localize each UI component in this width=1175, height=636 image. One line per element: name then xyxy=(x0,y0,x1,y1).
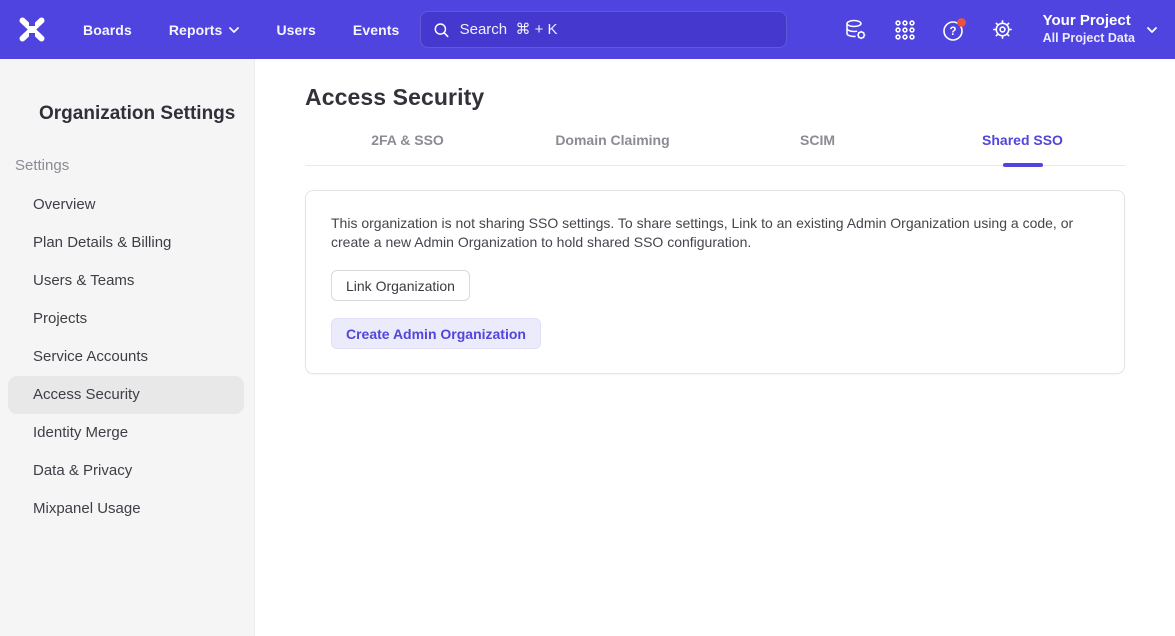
tab-bar: 2FA & SSO Domain Claiming SCIM Shared SS… xyxy=(305,132,1125,166)
nav-item-users[interactable]: Users xyxy=(276,22,315,38)
tab-domain-claiming-label: Domain Claiming xyxy=(555,132,669,148)
org-settings-sidebar: Organization Settings Settings Overview … xyxy=(0,59,255,636)
tab-scim-label: SCIM xyxy=(800,132,835,148)
tab-2fa-sso[interactable]: 2FA & SSO xyxy=(305,132,510,165)
nav-item-events[interactable]: Events xyxy=(353,22,400,38)
settings-gear-icon[interactable] xyxy=(990,17,1016,43)
card-actions: Link Organization Create Admin Organizat… xyxy=(331,270,1099,349)
data-management-icon[interactable] xyxy=(843,17,869,43)
sidebar-nav: Overview Plan Details & Billing Users & … xyxy=(0,186,254,528)
project-scope: All Project Data xyxy=(1043,31,1135,47)
search-bar[interactable] xyxy=(420,11,787,48)
svg-text:?: ? xyxy=(949,26,956,38)
shared-sso-description: This organization is not sharing SSO set… xyxy=(331,214,1093,252)
tab-domain-claiming[interactable]: Domain Claiming xyxy=(510,132,715,165)
sidebar-item-service-accounts[interactable]: Service Accounts xyxy=(8,338,244,376)
project-switcher[interactable]: Your Project All Project Data xyxy=(1043,12,1157,46)
sidebar-section-label: Settings xyxy=(15,157,254,174)
nav-item-reports-label: Reports xyxy=(169,22,223,38)
search-icon xyxy=(433,21,450,39)
link-organization-button[interactable]: Link Organization xyxy=(331,270,470,301)
mixpanel-logo[interactable] xyxy=(18,16,46,43)
sidebar-item-data-privacy[interactable]: Data & Privacy xyxy=(8,452,244,490)
sidebar-item-overview[interactable]: Overview xyxy=(8,186,244,224)
nav-item-reports[interactable]: Reports xyxy=(169,22,240,38)
project-name: Your Project xyxy=(1043,12,1135,31)
tab-2fa-sso-label: 2FA & SSO xyxy=(371,132,444,148)
nav-left: Boards Reports Users Events xyxy=(18,16,399,43)
project-text: Your Project All Project Data xyxy=(1043,12,1135,46)
create-admin-organization-button[interactable]: Create Admin Organization xyxy=(331,318,541,349)
tab-shared-sso-label: Shared SSO xyxy=(982,132,1063,148)
page-title: Access Security xyxy=(305,84,1125,111)
main-content: Access Security 2FA & SSO Domain Claimin… xyxy=(255,59,1175,636)
sidebar-item-access-security[interactable]: Access Security xyxy=(8,376,244,414)
tab-shared-sso[interactable]: Shared SSO xyxy=(920,132,1125,165)
sidebar-title: Organization Settings xyxy=(39,103,254,126)
sidebar-item-users-teams[interactable]: Users & Teams xyxy=(8,262,244,300)
sidebar-item-mixpanel-usage[interactable]: Mixpanel Usage xyxy=(8,490,244,528)
shared-sso-card: This organization is not sharing SSO set… xyxy=(305,190,1125,374)
help-icon[interactable]: ? xyxy=(941,17,967,43)
apps-grid-icon[interactable] xyxy=(892,17,918,43)
chevron-down-icon xyxy=(229,27,239,33)
notification-badge xyxy=(957,18,966,27)
sidebar-item-identity-merge[interactable]: Identity Merge xyxy=(8,414,244,452)
top-nav: Boards Reports Users Events xyxy=(0,0,1175,59)
nav-item-users-label: Users xyxy=(276,22,315,38)
nav-right: ? Your Project All Project Data xyxy=(843,12,1157,46)
nav-item-boards-label: Boards xyxy=(83,22,132,38)
search-input[interactable] xyxy=(460,21,774,38)
chevron-down-icon xyxy=(1147,27,1157,33)
nav-item-events-label: Events xyxy=(353,22,400,38)
tab-scim[interactable]: SCIM xyxy=(715,132,920,165)
sidebar-item-projects[interactable]: Projects xyxy=(8,300,244,338)
active-tab-indicator xyxy=(1003,163,1043,167)
nav-item-boards[interactable]: Boards xyxy=(83,22,132,38)
sidebar-item-plan-details-billing[interactable]: Plan Details & Billing xyxy=(8,224,244,262)
